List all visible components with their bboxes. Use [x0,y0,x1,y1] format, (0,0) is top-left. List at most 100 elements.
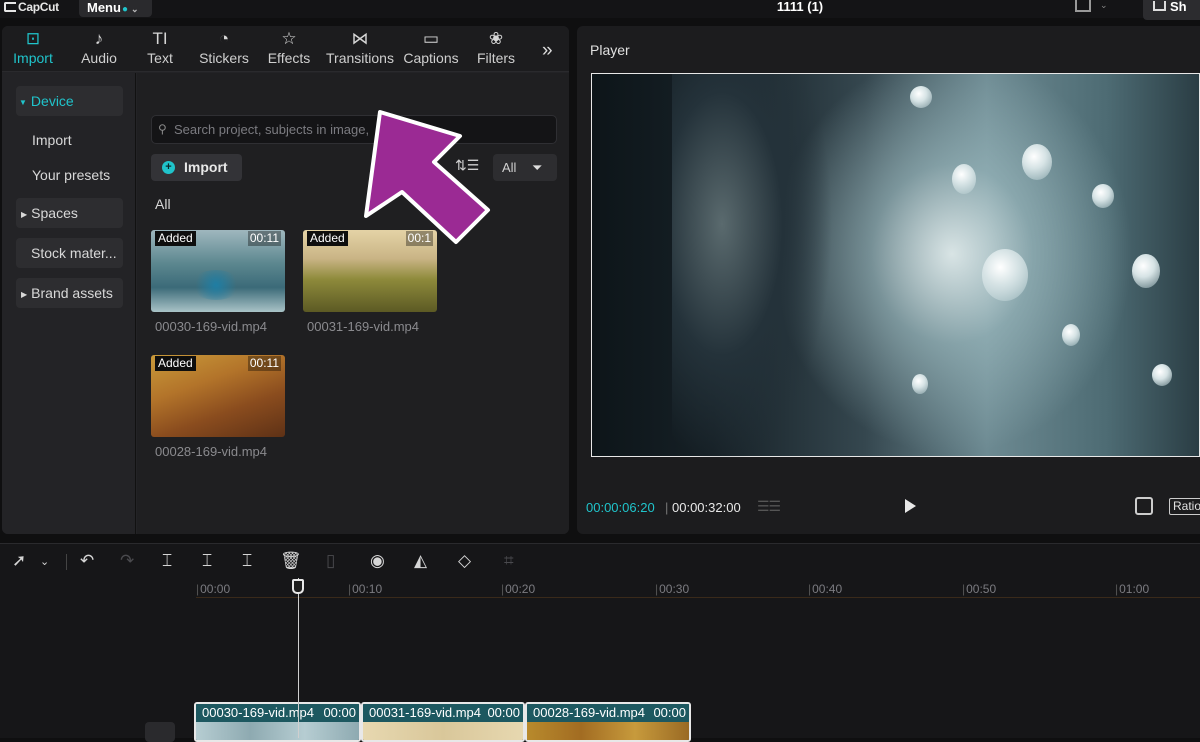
more-tabs-icon[interactable]: » [542,40,553,62]
raindrop [910,86,932,108]
transitions-icon: ⋈ [351,29,369,48]
timecode-format-icon[interactable]: ☰☰ [757,498,781,515]
chevron-down-icon[interactable]: ⌄ [40,555,49,568]
ratio-button[interactable]: Ratio [1169,498,1200,515]
delete-left-icon[interactable]: ⌶ [202,551,212,571]
added-badge: Added [155,356,196,371]
sidebar-item-import[interactable]: Import [16,125,123,155]
clip-duration: 00:00 [484,704,523,721]
ruler-tick: 00:50 [962,582,996,596]
player-panel: Player 00:00:06:20 | 00:00:32:00 ☰☰ Rati… [577,26,1200,534]
caret-down-icon: ▼ [19,98,27,107]
timeline-toolbar: ➚ ⌄ ↶ ↷ ⌶ ⌶ ⌶ 🗑 ▯ ◉ ◭ ◇ ⌗ [0,543,1200,578]
tab-filters[interactable]: ❀ Filters [468,28,524,72]
ruler-tick: 00:30 [655,582,689,596]
ruler-tick: 00:00 [196,582,230,596]
clip-duration: 00:00 [320,704,359,721]
tab-stickers[interactable]: ◔ Stickers [192,28,256,72]
filter-dropdown[interactable]: All ⏷ [493,154,557,181]
import-sidebar: ▼ Device Import Your presets ▶ Spaces Stoc… [2,73,136,534]
raindrop [1132,254,1160,288]
asset-tabs: ⊡ Import ♪ Audio TI Text ◔ Stickers ☆ Effects… [2,26,569,72]
sidebar-label: Your presets [32,167,111,183]
caret-right-icon: ▶ [21,210,28,219]
import-button[interactable]: + Import [151,154,242,181]
delete-icon[interactable]: 🗑 [280,551,302,571]
total-time: 00:00:32:00 [672,500,741,515]
sidebar-item-device[interactable]: ▼ Device [16,86,123,116]
tab-import[interactable]: ⊡ Import [4,28,62,72]
media-name: 00031-169-vid.mp4 [307,319,420,334]
reverse-icon[interactable]: ◉ [370,551,385,571]
menu-button[interactable]: Menu● ⌄ [79,0,152,17]
tab-audio[interactable]: ♪ Audio [70,28,128,72]
added-badge: Added [155,231,196,246]
track-header-area [0,578,140,738]
crop-icon[interactable]: ⌗ [504,551,514,571]
playhead-handle[interactable] [292,579,304,594]
play-icon[interactable] [905,499,916,513]
tab-label: Captions [403,50,459,66]
timeline-clip[interactable]: 00028-169-vid.mp4 00:00 [525,702,691,742]
select-cursor-icon[interactable]: ➚ [12,551,26,571]
clip-thumbnails [527,722,689,740]
effects-icon: ☆ [281,29,297,48]
media-card[interactable]: Added 00:11 [151,230,285,312]
freeze-icon[interactable]: ▯ [326,551,335,571]
raindrop [912,374,928,394]
project-title[interactable]: 1111 (1) [760,0,840,14]
mirror-icon[interactable]: ◭ [414,551,427,571]
tab-effects[interactable]: ☆ Effects [260,28,318,72]
sidebar-item-presets[interactable]: Your presets [16,160,123,190]
toolbar-divider [66,554,67,570]
time-ruler[interactable]: 00:00 00:10 00:20 00:30 00:40 00:50 01:0… [196,578,1200,598]
filter-label: All [502,160,517,175]
media-card[interactable]: Added 00:1 [303,230,437,312]
clip-name: 00031-169-vid.mp4 [369,705,482,720]
layout-icon[interactable] [1075,0,1091,12]
raindrop [1092,184,1114,208]
raindrop [982,249,1028,301]
undo-icon[interactable]: ↶ [80,551,94,571]
zoom-fit-icon[interactable] [1135,497,1153,515]
edit-cover-button[interactable] [145,722,175,742]
sidebar-item-spaces[interactable]: ▶ Spaces [16,198,123,228]
video-preview[interactable] [591,73,1200,458]
tab-text[interactable]: TI Text [134,28,186,72]
rotate-icon[interactable]: ◇ [458,551,471,571]
capcut-logo-icon [4,2,16,12]
media-card[interactable]: Added 00:11 [151,355,285,437]
stickers-icon: ◔ [218,29,230,48]
player-title: Player [590,42,630,58]
redo-icon[interactable]: ↷ [120,551,134,571]
chevron-down-icon[interactable]: ⌄ [1100,0,1108,11]
tab-captions[interactable]: ▭ Captions [400,28,462,72]
tab-label: Text [147,50,173,66]
sidebar-item-stock[interactable]: Stock mater... [16,238,123,268]
search-placeholder: Search project, subjects in image, [174,122,370,137]
search-input[interactable]: ⚲ Search project, subjects in image, [151,115,557,144]
tab-label: Effects [267,50,311,66]
sidebar-item-brand[interactable]: ▶ Brand assets [16,278,123,308]
tab-label: Transitions [326,50,394,66]
tab-label: Stickers [199,50,249,66]
delete-right-icon[interactable]: ⌶ [242,551,252,571]
time-separator: | [665,500,669,515]
ruler-tick: 00:40 [808,582,842,596]
ruler-tick: 00:10 [348,582,382,596]
tab-transitions[interactable]: ⋈ Transitions [322,28,398,72]
split-icon[interactable]: ⌶ [162,551,172,571]
filter-icon: ⏷ [532,160,543,175]
clip-duration: 00:00 [650,704,689,721]
ruler-tick: 00:20 [501,582,535,596]
sidebar-label: Spaces [31,205,78,221]
timeline-clip[interactable]: 00030-169-vid.mp4 00:00 [194,702,361,742]
share-button[interactable]: Sh [1143,0,1200,20]
section-label: All [155,196,171,212]
text-icon: TI [152,29,168,48]
sort-icon[interactable]: ⇅☰ [455,157,479,174]
timeline-clip[interactable]: 00031-169-vid.mp4 00:00 [361,702,525,742]
duration-label: 00:1 [405,231,433,246]
media-content: ⚲ Search project, subjects in image, + Imp… [137,73,569,534]
clip-thumbnails [196,722,359,740]
